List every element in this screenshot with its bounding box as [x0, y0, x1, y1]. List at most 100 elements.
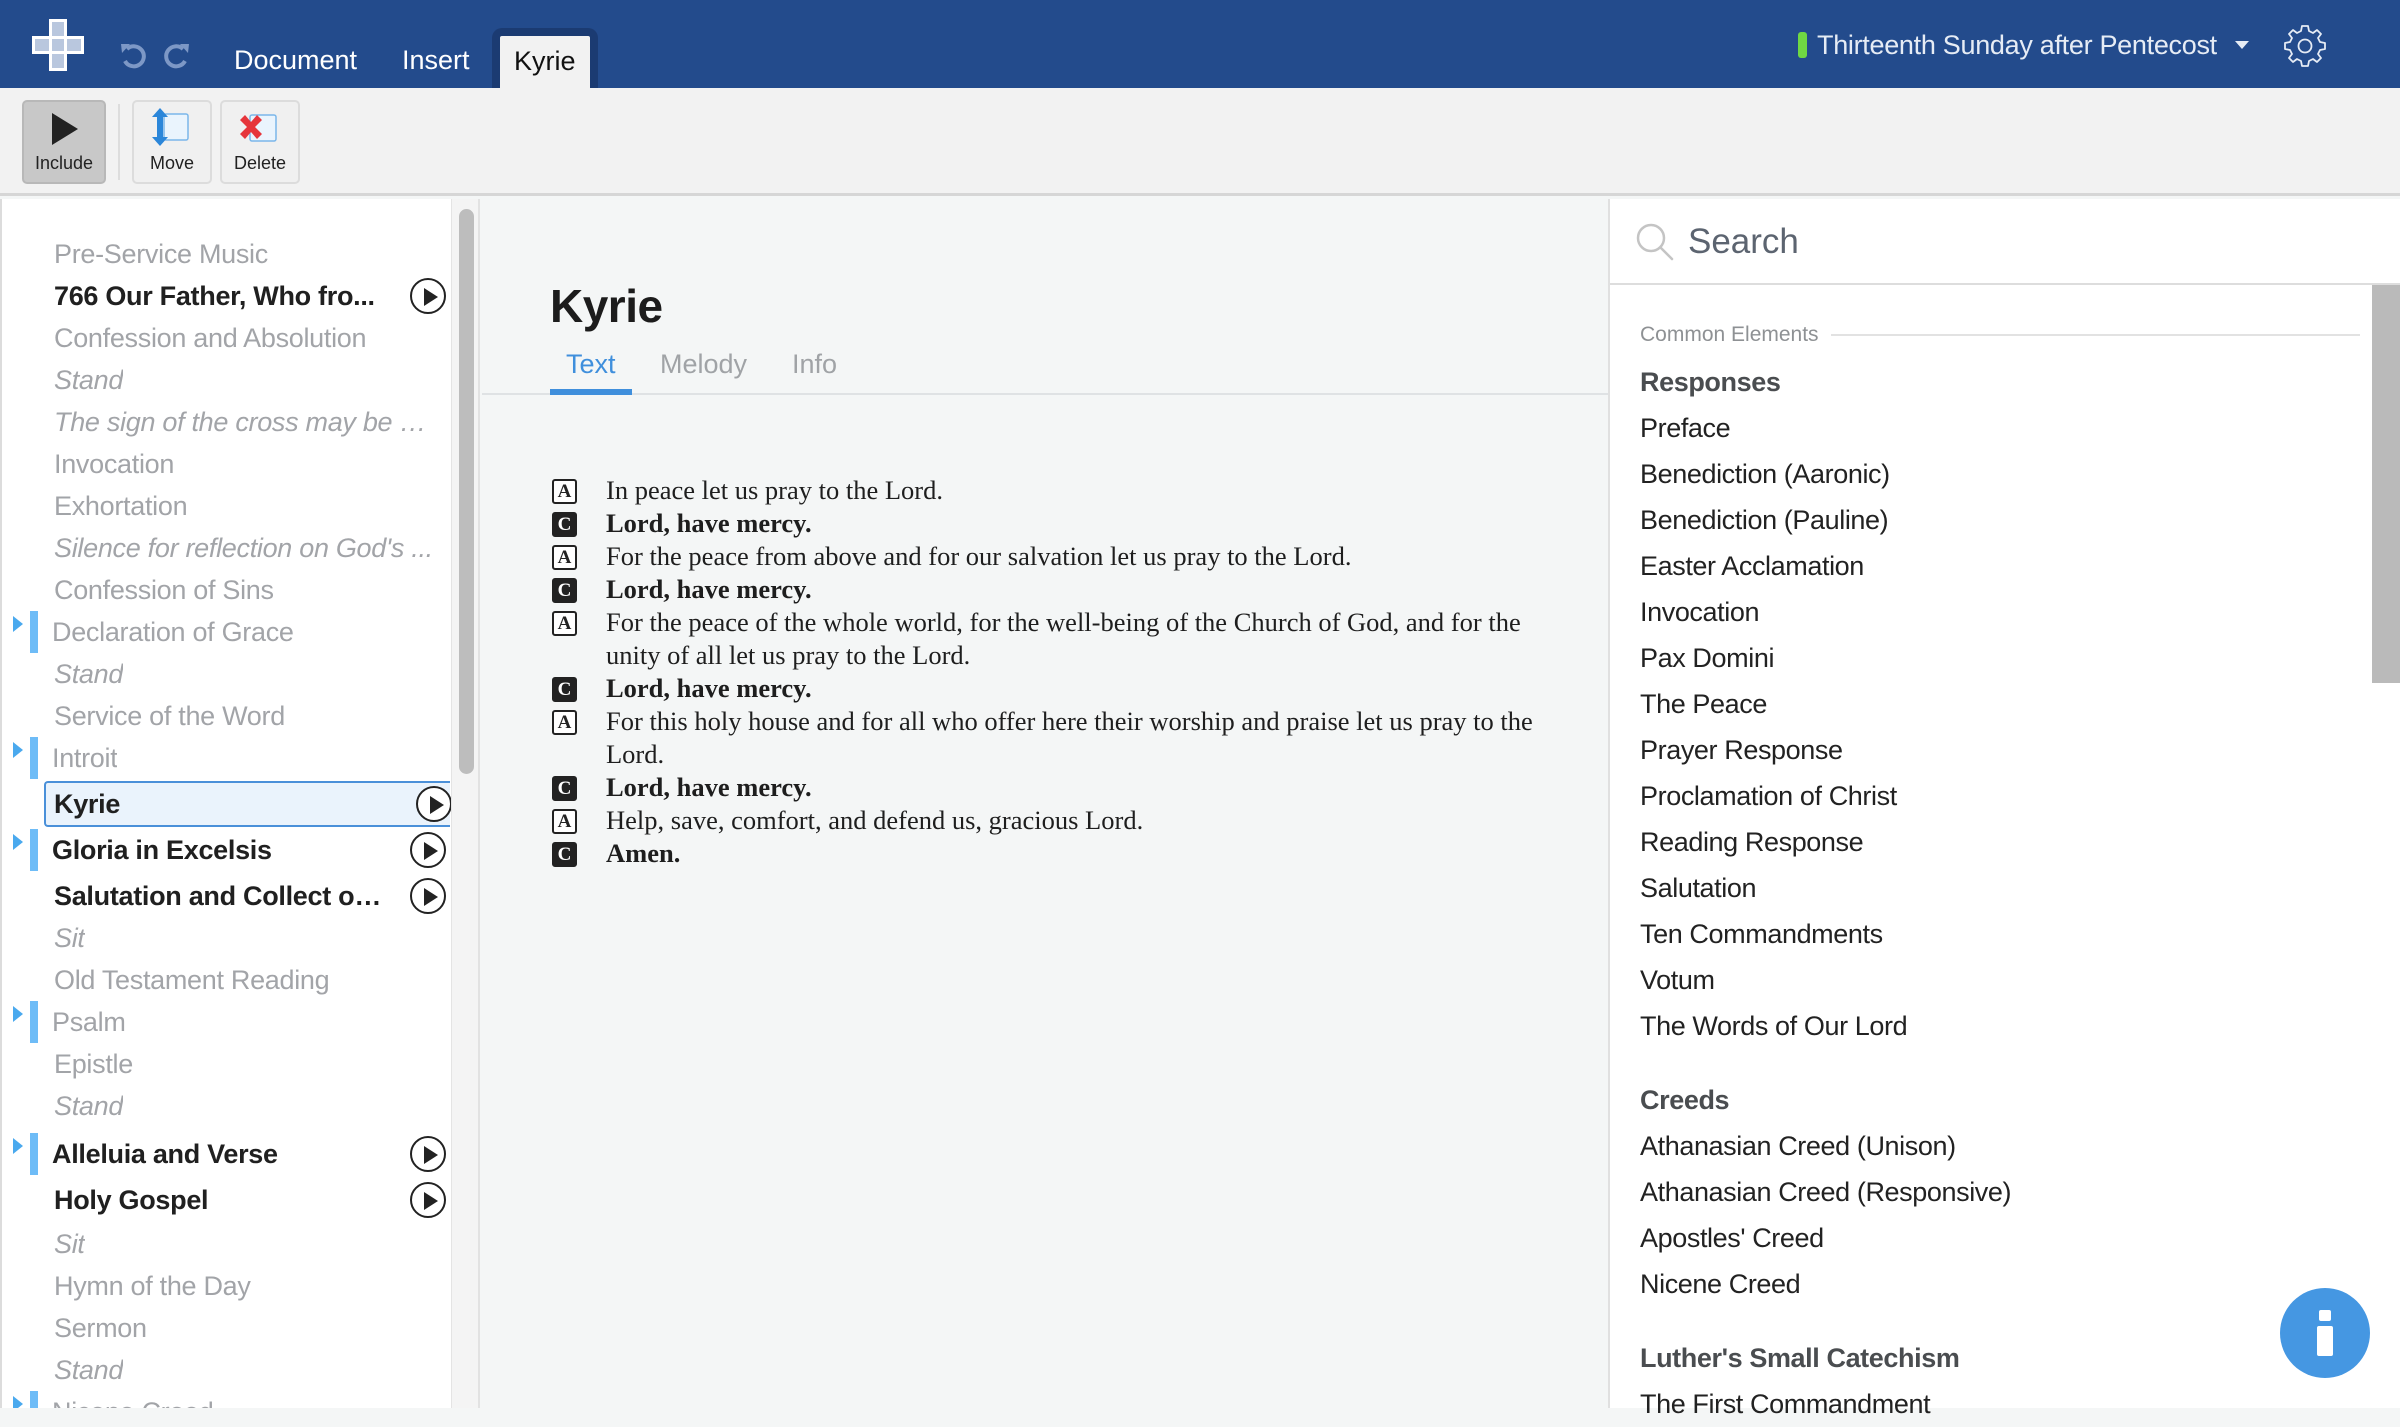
sidebar-scrollbar-thumb[interactable]	[459, 209, 474, 774]
expand-arrow-icon[interactable]	[13, 1396, 23, 1408]
sidebar-item[interactable]: Confession and Absolution	[2, 317, 450, 359]
sidebar-item[interactable]: The sign of the cross may be ma...	[2, 401, 450, 443]
sidebar-item[interactable]: Sit	[2, 917, 450, 959]
play-circle-icon[interactable]	[410, 1136, 446, 1172]
sidebar-item[interactable]: Stand	[2, 359, 450, 401]
sidebar-item-label: Pre-Service Music	[54, 238, 268, 269]
library-item[interactable]: Salutation	[1640, 865, 2360, 911]
gear-icon[interactable]	[2282, 22, 2328, 68]
sidebar-item[interactable]: Introit	[2, 737, 450, 779]
sidebar-item[interactable]: Salutation and Collect of t...	[2, 875, 450, 917]
sidebar-item[interactable]: Silence for reflection on God's ...	[2, 527, 450, 569]
element-library-list: Common Elements Responses Preface Benedict…	[1640, 319, 2360, 1427]
sidebar-item[interactable]: Gloria in Excelsis	[2, 829, 450, 871]
liturgy-line: C Lord, have mercy.	[550, 771, 1550, 804]
library-item[interactable]: The Words of Our Lord	[1640, 1003, 2360, 1049]
element-title: Kyrie	[550, 280, 663, 332]
include-button[interactable]: Include	[22, 100, 106, 184]
assisting-minister-badge-icon: A	[552, 809, 577, 834]
library-item[interactable]: Pax Domini	[1640, 635, 2360, 681]
library-item[interactable]: The Peace	[1640, 681, 2360, 727]
sidebar-item[interactable]: Alleluia and Verse	[2, 1133, 450, 1175]
sidebar-item[interactable]: Stand	[2, 653, 450, 695]
congregation-badge-icon: C	[552, 776, 577, 801]
sidebar-item[interactable]: Service of the Word	[2, 695, 450, 737]
info-button[interactable]	[2280, 1288, 2370, 1378]
variant-indicator	[30, 737, 38, 779]
sidebar-item[interactable]: Epistle	[2, 1043, 450, 1085]
tab-melody[interactable]: Melody	[660, 349, 747, 395]
library-item[interactable]: Invocation	[1640, 589, 2360, 635]
expand-arrow-icon[interactable]	[13, 1006, 23, 1022]
library-item[interactable]: Athanasian Creed (Responsive)	[1640, 1169, 2360, 1215]
expand-arrow-icon[interactable]	[13, 1138, 23, 1154]
sidebar-item-label: 766 Our Father, Who fro...	[54, 280, 375, 311]
library-item[interactable]: Benediction (Aaronic)	[1640, 451, 2360, 497]
library-item[interactable]: Nicene Creed	[1640, 1261, 2360, 1307]
sidebar-item[interactable]: Psalm	[2, 1001, 450, 1043]
sidebar-item[interactable]: Holy Gospel	[2, 1179, 450, 1221]
section-header: Common Elements	[1640, 319, 2360, 351]
sidebar-item-label: Gloria in Excelsis	[52, 834, 272, 865]
tab-text[interactable]: Text	[550, 349, 632, 395]
sidebar-item[interactable]: Stand	[2, 1349, 450, 1391]
play-circle-icon[interactable]	[410, 278, 446, 314]
sidebar-item[interactable]: Stand	[2, 1085, 450, 1127]
sidebar-item[interactable]: Kyrie	[44, 781, 452, 827]
sidebar-item-label: Nicene Creed	[52, 1397, 214, 1409]
sidebar-item[interactable]: Pre-Service Music	[2, 233, 450, 275]
nav-tab-kyrie[interactable]: Kyrie	[492, 28, 598, 88]
sidebar-item[interactable]: Sermon	[2, 1307, 450, 1349]
sidebar-item[interactable]: Invocation	[2, 443, 450, 485]
sidebar-scrollbar[interactable]	[451, 199, 478, 1408]
play-circle-icon[interactable]	[410, 1182, 446, 1218]
library-item[interactable]: Prayer Response	[1640, 727, 2360, 773]
search-input[interactable]	[1688, 217, 2368, 267]
sidebar-item[interactable]: Sit	[2, 1223, 450, 1265]
library-item[interactable]: Ten Commandments	[1640, 911, 2360, 957]
sidebar-item-label: The sign of the cross may be ma...	[54, 406, 446, 437]
sidebar-item[interactable]: Hymn of the Day	[2, 1265, 450, 1307]
sidebar-item[interactable]: Nicene Creed	[2, 1391, 450, 1408]
sidebar-item[interactable]: Exhortation	[2, 485, 450, 527]
expand-arrow-icon[interactable]	[13, 616, 23, 632]
expand-arrow-icon[interactable]	[13, 834, 23, 850]
sidebar-item[interactable]: Old Testament Reading	[2, 959, 450, 1001]
library-item[interactable]: Benediction (Pauline)	[1640, 497, 2360, 543]
undo-icon[interactable]	[118, 40, 148, 70]
play-circle-icon[interactable]	[410, 878, 446, 914]
nav-tab-document[interactable]: Document	[220, 36, 371, 88]
move-button[interactable]: Move	[132, 100, 212, 184]
library-item[interactable]: Athanasian Creed (Unison)	[1640, 1123, 2360, 1169]
section-label: Common Elements	[1640, 323, 1819, 346]
library-item[interactable]: Easter Acclamation	[1640, 543, 2360, 589]
redo-icon[interactable]	[162, 40, 192, 70]
assisting-minister-badge-icon: A	[552, 611, 577, 636]
play-circle-icon[interactable]	[410, 832, 446, 868]
sidebar-item-label: Hymn of the Day	[54, 1270, 251, 1301]
library-item[interactable]: Proclamation of Christ	[1640, 773, 2360, 819]
liturgy-line: C Lord, have mercy.	[550, 672, 1550, 705]
tab-info[interactable]: Info	[792, 349, 837, 395]
variant-indicator	[30, 1133, 38, 1175]
nav-tab-insert[interactable]: Insert	[388, 36, 484, 88]
library-item[interactable]: Preface	[1640, 405, 2360, 451]
delete-button[interactable]: Delete	[220, 100, 300, 184]
library-item[interactable]: Votum	[1640, 957, 2360, 1003]
liturgy-line: A For the peace from above and for our sa…	[550, 540, 1550, 573]
app-logo-cross-icon[interactable]	[30, 17, 86, 73]
sidebar-item[interactable]: Confession of Sins	[2, 569, 450, 611]
sidebar-item[interactable]: 766 Our Father, Who fro...	[2, 275, 450, 317]
service-selector[interactable]: Thirteenth Sunday after Pentecost	[1798, 28, 2249, 62]
expand-arrow-icon[interactable]	[13, 742, 23, 758]
sidebar-item[interactable]: Declaration of Grace	[2, 611, 450, 653]
liturgy-line-text: Lord, have mercy.	[606, 772, 812, 802]
congregation-badge-icon: C	[552, 842, 577, 867]
play-circle-icon[interactable]	[416, 786, 452, 822]
library-item[interactable]: Apostles' Creed	[1640, 1215, 2360, 1261]
library-item[interactable]: The First Commandment	[1640, 1381, 2360, 1427]
library-scrollbar[interactable]	[2372, 285, 2400, 683]
library-item[interactable]: Reading Response	[1640, 819, 2360, 865]
sidebar-item-label: Old Testament Reading	[54, 964, 330, 995]
